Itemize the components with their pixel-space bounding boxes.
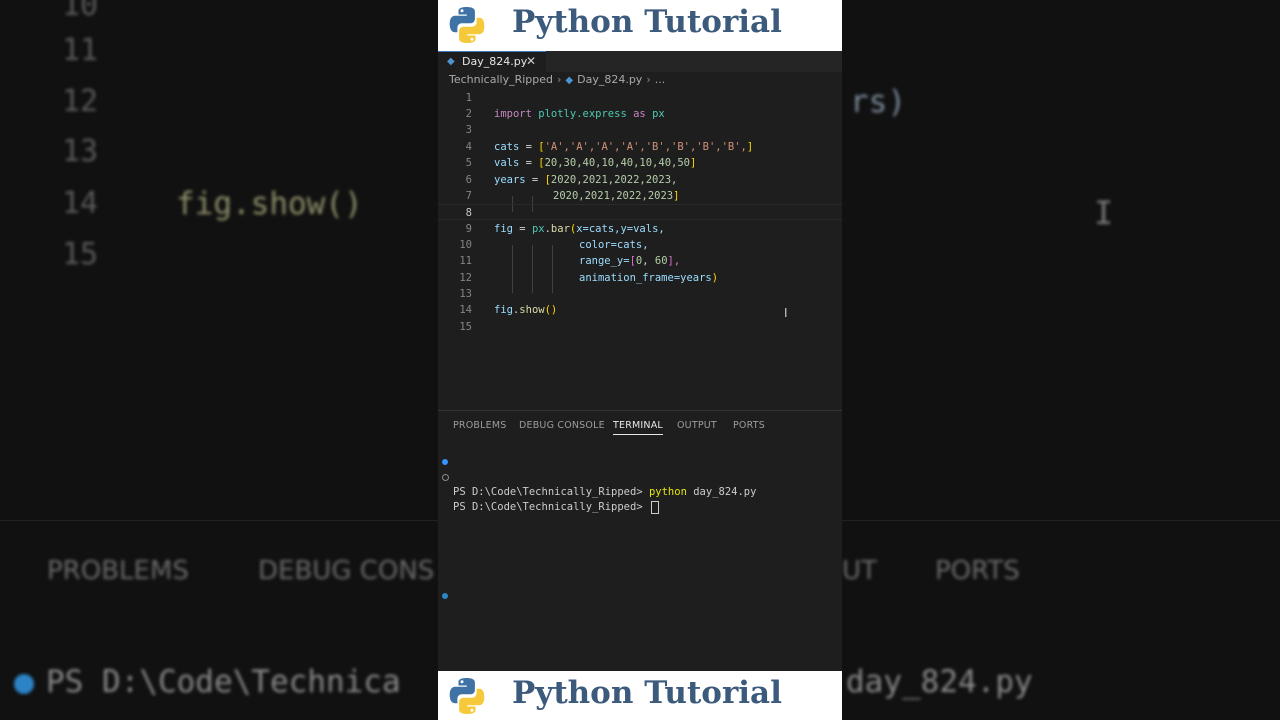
line-number: 5 <box>465 157 472 169</box>
code-line[interactable]: 3 <box>438 122 842 138</box>
line-number: 15 <box>459 321 472 333</box>
chevron-right-icon: › <box>557 73 562 86</box>
code-text: fig.show() <box>494 304 558 316</box>
line-number: 13 <box>459 288 472 300</box>
code-line-active[interactable]: 8 <box>438 204 842 220</box>
breadcrumb: Technically_Ripped › ◆ Day_824.py ›... <box>449 73 665 86</box>
bg-terminal-dot <box>14 674 34 694</box>
breadcrumb-file[interactable]: Day_824.py <box>577 73 642 86</box>
code-line[interactable]: 10 color=cats, <box>438 237 842 253</box>
python-file-icon: ◆ <box>447 56 455 67</box>
code-line[interactable]: 14 fig.show() <box>438 302 842 318</box>
bg-tab: PROBLEMS <box>47 556 189 586</box>
line-number: 7 <box>465 190 472 202</box>
code-text: vals = [20,30,40,10,40,10,40,50] <box>494 157 697 169</box>
tab-problems[interactable]: PROBLEMS <box>453 420 506 431</box>
command-success-dot <box>442 459 448 465</box>
code-text: import plotly.express as px <box>494 108 665 120</box>
line-number: 8 <box>465 207 472 219</box>
status-dot <box>442 593 448 599</box>
code-line[interactable]: 4 cats = ['A','A','A','A','B','B','B','B'… <box>438 139 842 155</box>
terminal-text: PS D:\Code\Technically_Ripped> <box>453 500 659 515</box>
bg-text-cursor-icon: I <box>1094 194 1114 232</box>
code-text: cats = ['A','A','A','A','B','B','B','B',… <box>494 141 754 153</box>
code-line[interactable]: 11 range_y=[0, 60], <box>438 253 842 269</box>
tab-debug-console[interactable]: DEBUG CONSOLE <box>519 420 605 431</box>
bg-terminal-text: PS D:\Code\Technica <box>46 664 401 700</box>
bg-code: fig.show() <box>176 186 363 222</box>
editor-tab-bar: ◆ Day_824.py ✕ <box>438 51 842 72</box>
line-number: 3 <box>465 124 472 136</box>
python-logo-icon <box>449 678 485 714</box>
line-number: 1 <box>465 92 472 104</box>
bg-line-number: 13 <box>62 134 99 169</box>
line-number: 4 <box>465 141 472 153</box>
code-line[interactable]: 15 <box>438 319 842 335</box>
code-text: 2020,2021,2022,2023] <box>553 190 680 202</box>
bg-code-fragment: rs) <box>850 84 906 120</box>
code-line[interactable]: 12 animation_frame=years) <box>438 270 842 286</box>
bg-tab: PORTS <box>935 556 1020 586</box>
line-number: 6 <box>465 174 472 186</box>
breadcrumb-folder[interactable]: Technically_Ripped <box>449 73 553 86</box>
python-file-icon: ◆ <box>565 75 574 86</box>
code-line[interactable]: 7 2020,2021,2022,2023] <box>438 188 842 204</box>
terminal-line[interactable]: PS D:\Code\Technically_Ripped> <box>438 470 842 514</box>
bg-line-number: 12 <box>62 84 99 119</box>
tab-ports[interactable]: PORTS <box>733 420 765 431</box>
code-editor[interactable]: 1 2 import plotly.express as px 3 4 cats =… <box>438 90 842 410</box>
banner-title: Python Tutorial <box>512 4 782 40</box>
terminal-line[interactable]: PS D:\Code\Technically_Ripped> python da… <box>438 455 842 498</box>
code-line[interactable]: 2 import plotly.express as px <box>438 106 842 122</box>
code-text: color=cats, <box>579 239 649 251</box>
terminal-text: PS D:\Code\Technically_Ripped> python da… <box>453 486 757 498</box>
bg-line-number: 11 <box>62 33 99 68</box>
code-text: range_y=[0, 60], <box>579 255 681 267</box>
close-icon[interactable]: ✕ <box>526 54 536 68</box>
code-text: animation_frame=years) <box>579 272 719 284</box>
bottom-banner: Python Tutorial <box>438 671 842 720</box>
breadcrumb-ellipsis[interactable]: ... <box>655 73 666 86</box>
bg-line-number: 10 <box>62 0 99 23</box>
top-banner: Python Tutorial <box>438 0 842 51</box>
code-line[interactable]: 9 fig = px.bar(x=cats,y=vals, <box>438 221 842 237</box>
banner-title: Python Tutorial <box>512 675 782 711</box>
python-logo-icon <box>449 7 485 43</box>
video-panel: Python Tutorial ◆ Day_824.py ✕ Technical… <box>438 0 842 720</box>
command-pending-dot <box>442 474 449 481</box>
tab-output[interactable]: OUTPUT <box>677 420 717 431</box>
code-line[interactable]: 13 <box>438 286 842 302</box>
line-number: 2 <box>465 108 472 120</box>
editor-tab-day-824[interactable]: ◆ Day_824.py ✕ <box>438 51 546 72</box>
tab-terminal[interactable]: TERMINAL <box>613 420 663 435</box>
bg-tab: DEBUG CONS <box>258 556 435 586</box>
text-cursor-icon: I <box>784 306 788 320</box>
code-line[interactable]: 5 vals = [20,30,40,10,40,10,40,50] <box>438 155 842 171</box>
line-number: 12 <box>459 272 472 284</box>
chevron-right-icon: › <box>646 73 651 86</box>
code-text: years = [2020,2021,2022,2023, <box>494 174 678 186</box>
bg-line-number: 15 <box>62 237 99 272</box>
bg-terminal-text: day_824.py <box>846 664 1033 700</box>
panel-divider <box>438 410 842 411</box>
line-number: 9 <box>465 223 472 235</box>
code-line[interactable]: 1 <box>438 90 842 106</box>
line-number: 11 <box>459 255 472 267</box>
terminal-cursor <box>650 500 659 514</box>
line-number: 10 <box>459 239 472 251</box>
code-line[interactable]: 6 years = [2020,2021,2022,2023, <box>438 172 842 188</box>
editor-tab-label: Day_824.py <box>462 55 528 68</box>
code-text: fig = px.bar(x=cats,y=vals, <box>494 223 665 235</box>
line-number: 14 <box>459 304 472 316</box>
bg-line-number: 14 <box>62 186 99 221</box>
panel-tab-bar: PROBLEMS DEBUG CONSOLE TERMINAL OUTPUT P… <box>438 420 842 440</box>
bg-tab: UT <box>842 556 877 586</box>
